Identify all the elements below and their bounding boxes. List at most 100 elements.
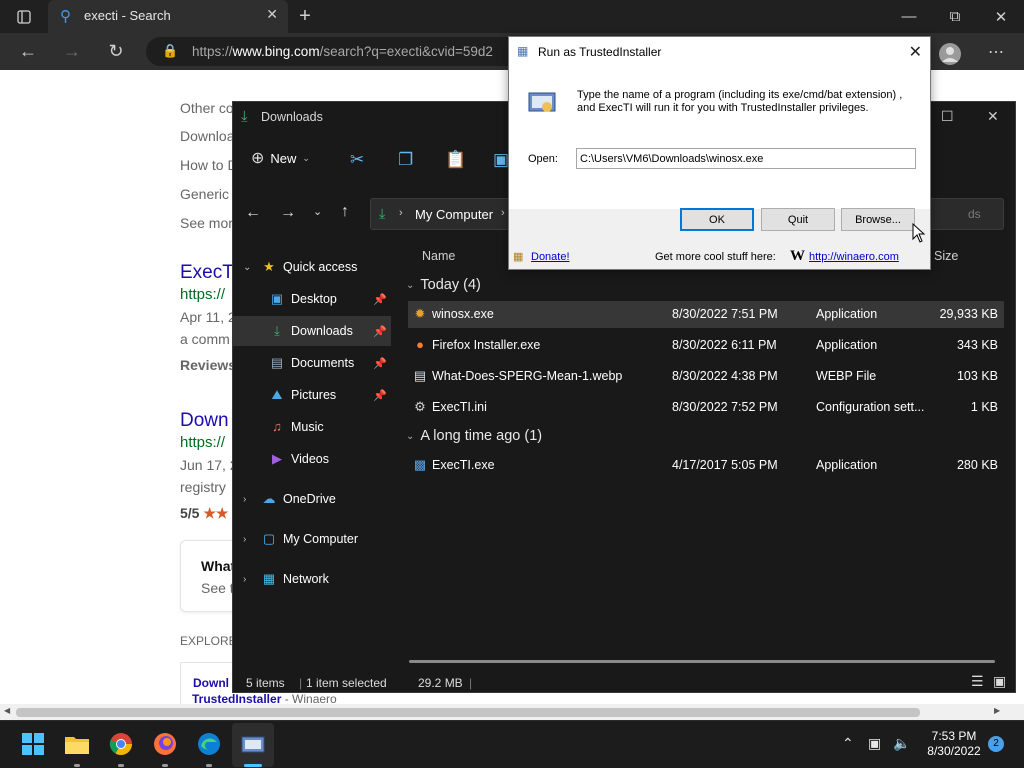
snippet[interactable]: Downloa	[180, 128, 234, 144]
snippet[interactable]: How to D	[180, 157, 238, 173]
card-title: What	[201, 558, 236, 574]
scroll-right-icon[interactable]: ▶	[994, 706, 1000, 715]
forward-icon[interactable]: →	[60, 35, 84, 68]
browser-tab[interactable]: ⚲ execti - Search ✕	[48, 0, 288, 33]
browse-button[interactable]: Browse...	[841, 208, 915, 231]
application-icon: ▩	[413, 457, 427, 472]
close-icon[interactable]: ✕	[987, 108, 999, 125]
more-menu-icon[interactable]: ⋯	[984, 35, 1008, 68]
profile-avatar[interactable]	[938, 37, 962, 70]
close-tab-icon[interactable]: ✕	[266, 6, 278, 23]
snippet[interactable]: Generic	[180, 186, 229, 202]
sidebar-item-network[interactable]: › ▦ Network	[233, 564, 391, 594]
separator: |	[299, 676, 303, 690]
minimize-icon[interactable]: —	[898, 0, 920, 33]
new-button[interactable]: ⊕ New ⌄	[251, 148, 310, 168]
sidebar-item-quick-access[interactable]: ⌄ ★ Quick access	[233, 252, 391, 282]
sidebar-item-my-computer[interactable]: › ▢ My Computer	[233, 524, 391, 554]
notification-badge[interactable]: 2	[988, 736, 1004, 752]
close-icon[interactable]: ✕	[909, 42, 922, 62]
start-icon[interactable]	[20, 731, 46, 757]
star-icon: ★★	[203, 505, 229, 521]
sidebar-item-desktop[interactable]: ▣ Desktop 📌	[233, 284, 391, 314]
tab-actions-icon[interactable]	[10, 0, 38, 33]
file-explorer-icon[interactable]	[64, 731, 90, 757]
tiles-view-icon[interactable]: ▣	[993, 673, 1006, 690]
quit-button[interactable]: Quit	[761, 208, 835, 231]
sidebar-item-music[interactable]: ♫ Music	[233, 412, 391, 442]
chevron-down-icon: ⌄	[302, 152, 310, 163]
column-header-name[interactable]: Name	[422, 249, 455, 263]
scroll-left-icon[interactable]: ◀	[4, 706, 10, 715]
document-icon: ▤	[270, 355, 284, 370]
group-header[interactable]: ⌄ Today (4)	[406, 277, 481, 293]
ok-button[interactable]: OK	[680, 208, 754, 231]
sidebar-item-pictures[interactable]: ⛰ Pictures 📌	[233, 380, 391, 410]
scrollbar-thumb[interactable]	[16, 708, 920, 717]
snippet[interactable]: Other co	[180, 100, 234, 116]
explore-link[interactable]: Downl	[193, 676, 229, 690]
chevron-down-icon: ⌄	[406, 430, 415, 442]
column-header-size[interactable]: Size	[934, 249, 958, 263]
file-row[interactable]: ▩ ExecTI.exe 4/17/2017 5:05 PM Applicati…	[408, 452, 1004, 479]
navigation-pane: ⌄ ★ Quick access ▣ Desktop 📌 ⤓ Downloads…	[233, 252, 391, 652]
result-title[interactable]: ExecT	[180, 262, 234, 284]
file-row[interactable]: ✹ winosx.exe 8/30/2022 7:51 PM Applicati…	[408, 301, 1004, 328]
window-title: Downloads	[261, 110, 323, 124]
new-tab-icon[interactable]: +	[294, 0, 316, 33]
group-header[interactable]: ⌄ A long time ago (1)	[406, 428, 542, 444]
sidebar-item-documents[interactable]: ▤ Documents 📌	[233, 348, 391, 378]
details-view-icon[interactable]: ☰	[971, 673, 984, 690]
result-title[interactable]: Down	[180, 410, 229, 432]
page-horizontal-scrollbar[interactable]: ◀ ▶	[0, 704, 1024, 720]
result-url: https://	[180, 434, 226, 451]
faq-card[interactable]: What See t	[180, 540, 240, 612]
download-icon: ⤓	[241, 108, 248, 125]
pin-icon[interactable]: 📌	[373, 357, 387, 370]
firefox-icon[interactable]	[152, 731, 178, 757]
chevron-up-icon[interactable]: ⌃	[842, 735, 854, 752]
pin-icon[interactable]: 📌	[373, 293, 387, 306]
forward-icon[interactable]: →	[280, 204, 296, 222]
paste-icon[interactable]: 📋	[445, 150, 466, 170]
close-window-icon[interactable]: ✕	[990, 0, 1012, 33]
pin-icon[interactable]: 📌	[373, 325, 387, 338]
dialog-body: Type the name of a program (including it…	[509, 67, 930, 209]
edge-icon[interactable]	[196, 731, 222, 757]
desktop-icon: ▣	[270, 291, 284, 306]
refresh-icon[interactable]: ↻	[104, 35, 128, 68]
restore-icon[interactable]: ⧉	[944, 0, 966, 33]
chevron-right-icon: ›	[399, 207, 403, 219]
cut-icon[interactable]: ✂	[350, 150, 364, 170]
url-bar[interactable]: 🔒 https://www.bing.com/search?q=execti&c…	[146, 37, 526, 66]
donate-link[interactable]: Donate!	[531, 251, 570, 263]
result-description: a comm	[180, 331, 230, 347]
volume-icon[interactable]: 🔈	[893, 735, 910, 752]
up-icon[interactable]: ↑	[341, 203, 349, 221]
program-path-input[interactable]	[576, 148, 916, 169]
rename-icon[interactable]: ▣	[493, 150, 509, 170]
file-row[interactable]: ▤ What-Does-SPERG-Mean-1.webp 8/30/2022 …	[408, 363, 1004, 390]
file-row[interactable]: ● Firefox Installer.exe 8/30/2022 6:11 P…	[408, 332, 1004, 359]
copy-icon[interactable]: ❐	[398, 150, 413, 170]
pin-icon[interactable]: 📌	[373, 389, 387, 402]
back-icon[interactable]: ←	[16, 35, 40, 68]
back-icon[interactable]: ←	[245, 204, 261, 222]
recent-locations-icon[interactable]: ⌄	[313, 205, 322, 218]
sidebar-item-onedrive[interactable]: › ☁ OneDrive	[233, 484, 391, 514]
address-bar[interactable]: ⤓ › My Computer ›	[370, 198, 520, 230]
network-icon[interactable]: ▣	[868, 735, 881, 752]
execti-app-icon[interactable]	[240, 731, 266, 757]
sidebar-item-downloads[interactable]: ⤓ Downloads 📌	[233, 316, 391, 346]
dialog-titlebar[interactable]: ▦ Run as TrustedInstaller ✕	[509, 37, 930, 67]
file-list-scrollbar[interactable]	[409, 660, 995, 663]
sidebar-item-videos[interactable]: ▶ Videos	[233, 444, 391, 474]
winaero-link[interactable]: http://winaero.com	[809, 251, 899, 263]
firefox-icon: ●	[416, 337, 424, 352]
system-clock[interactable]: 7:53 PM 8/30/2022	[916, 729, 992, 759]
see-more-link[interactable]: See mor	[180, 215, 233, 231]
chrome-icon[interactable]	[108, 731, 134, 757]
maximize-icon[interactable]: ☐	[941, 108, 954, 125]
file-row[interactable]: ⚙ ExecTI.ini 8/30/2022 7:52 PM Configura…	[408, 394, 1004, 421]
breadcrumb[interactable]: My Computer	[415, 207, 493, 222]
